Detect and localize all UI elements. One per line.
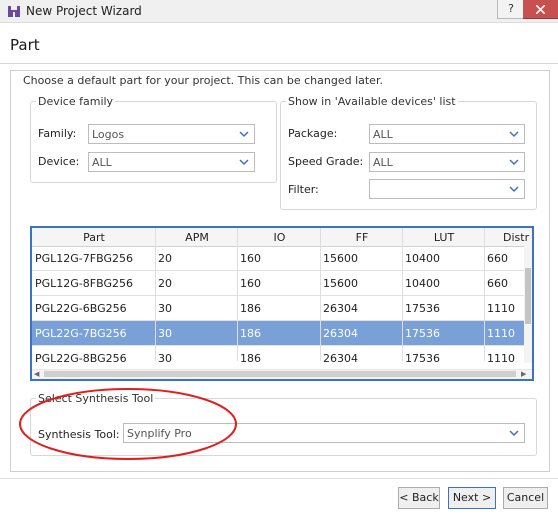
table-cell: 30 xyxy=(158,302,172,315)
package-label: Package: xyxy=(288,127,338,140)
table-cell: PGL22G-7BG256 xyxy=(35,327,127,340)
column-header[interactable]: APM xyxy=(156,231,238,244)
table-row[interactable]: PGL22G-8BG256 30 186 26304 17536 1110 xyxy=(32,346,530,371)
table-cell: 26304 xyxy=(323,302,358,315)
table-cell: 186 xyxy=(240,302,261,315)
vertical-scrollbar[interactable] xyxy=(524,246,532,363)
table-row[interactable]: PGL12G-7FBG256 20 160 15600 10400 660 xyxy=(32,246,530,271)
column-divider xyxy=(402,228,403,361)
table-cell: 17536 xyxy=(405,352,440,365)
table-row[interactable]: PGL22G-6BG256 30 186 26304 17536 1110 xyxy=(32,296,530,321)
family-select[interactable]: Logos xyxy=(88,124,255,144)
chevron-down-icon xyxy=(509,159,519,166)
scroll-right-icon[interactable]: ▶ xyxy=(521,370,526,378)
chevron-down-icon xyxy=(509,131,519,138)
device-label: Device: xyxy=(38,155,80,168)
table-cell: 26304 xyxy=(323,352,358,365)
table-cell: 186 xyxy=(240,327,261,340)
table-cell: 1110 xyxy=(487,327,515,340)
app-logo-icon xyxy=(8,6,20,17)
column-header[interactable]: LUT xyxy=(403,231,485,244)
column-divider xyxy=(237,228,238,361)
column-divider xyxy=(155,228,156,361)
table-cell: 30 xyxy=(158,352,172,365)
table-cell: 17536 xyxy=(405,327,440,340)
chevron-down-icon xyxy=(239,159,249,166)
table-cell: 186 xyxy=(240,352,261,365)
help-button[interactable]: ? xyxy=(497,0,525,19)
available-devices-legend: Show in 'Available devices' list xyxy=(288,95,456,108)
family-label: Family: xyxy=(38,127,77,140)
cancel-button[interactable]: Cancel xyxy=(503,487,548,509)
chevron-down-icon xyxy=(509,186,519,193)
column-divider xyxy=(484,228,485,361)
chevron-down-icon xyxy=(239,131,249,138)
window-title: New Project Wizard xyxy=(26,4,142,18)
table-cell: PGL12G-7FBG256 xyxy=(35,252,133,265)
table-cell: 1110 xyxy=(487,302,515,315)
table-cell: 160 xyxy=(240,277,261,290)
close-icon xyxy=(536,5,545,14)
column-divider xyxy=(320,228,321,361)
horizontal-scroll-thumb[interactable] xyxy=(44,371,516,377)
column-header[interactable]: IO xyxy=(238,231,321,244)
close-button[interactable] xyxy=(523,0,558,19)
page-title: Part xyxy=(10,36,40,54)
chevron-down-icon xyxy=(509,430,519,437)
speed-grade-label: Speed Grade: xyxy=(288,155,364,168)
table-cell: 26304 xyxy=(323,327,358,340)
scroll-left-icon[interactable]: ◀ xyxy=(34,370,39,378)
table-row[interactable]: PGL12G-8FBG256 20 160 15600 10400 660 xyxy=(32,271,530,296)
footer-divider xyxy=(0,478,558,479)
table-cell: 15600 xyxy=(323,277,358,290)
speed-grade-value: ALL xyxy=(373,156,393,169)
table-header: Part APM IO FF LUT Distr xyxy=(32,228,532,247)
table-cell: PGL12G-8FBG256 xyxy=(35,277,133,290)
parts-table: Part APM IO FF LUT Distr PGL12G-7FBG256 … xyxy=(30,226,534,381)
table-cell: 15600 xyxy=(323,252,358,265)
filter-label: Filter: xyxy=(288,183,319,196)
horizontal-scrollbar[interactable]: ◀ ▶ xyxy=(32,369,532,379)
title-bar: New Project Wizard ? xyxy=(0,0,558,23)
device-value: ALL xyxy=(92,156,112,169)
family-value: Logos xyxy=(92,128,125,141)
device-select[interactable]: ALL xyxy=(88,152,255,172)
table-row-selected[interactable]: PGL22G-7BG256 30 186 26304 17536 1110 xyxy=(32,321,530,346)
back-button[interactable]: < Back xyxy=(398,487,440,509)
next-button[interactable]: Next > xyxy=(448,487,496,509)
wizard-header: Part xyxy=(0,23,558,64)
table-cell: 160 xyxy=(240,252,261,265)
table-cell: 10400 xyxy=(405,277,440,290)
table-cell: 17536 xyxy=(405,302,440,315)
package-value: ALL xyxy=(373,128,393,141)
page-subtitle: Choose a default part for your project. … xyxy=(23,74,383,87)
column-header[interactable]: FF xyxy=(321,231,403,244)
column-header[interactable]: Distr xyxy=(485,231,532,244)
annotation-ellipse xyxy=(19,388,237,460)
column-header[interactable]: Part xyxy=(32,231,156,244)
filter-input[interactable] xyxy=(369,179,525,199)
table-cell: 10400 xyxy=(405,252,440,265)
table-cell: 20 xyxy=(158,252,172,265)
package-select[interactable]: ALL xyxy=(369,124,525,144)
table-cell: 660 xyxy=(487,277,508,290)
table-cell: PGL22G-8BG256 xyxy=(35,352,127,365)
table-cell: 30 xyxy=(158,327,172,340)
table-cell: 20 xyxy=(158,277,172,290)
device-family-legend: Device family xyxy=(38,95,114,108)
vertical-scroll-thumb[interactable] xyxy=(525,268,531,324)
table-cell: 1110 xyxy=(487,352,515,365)
table-cell: 660 xyxy=(487,252,508,265)
table-cell: PGL22G-6BG256 xyxy=(35,302,127,315)
speed-grade-select[interactable]: ALL xyxy=(369,152,525,172)
